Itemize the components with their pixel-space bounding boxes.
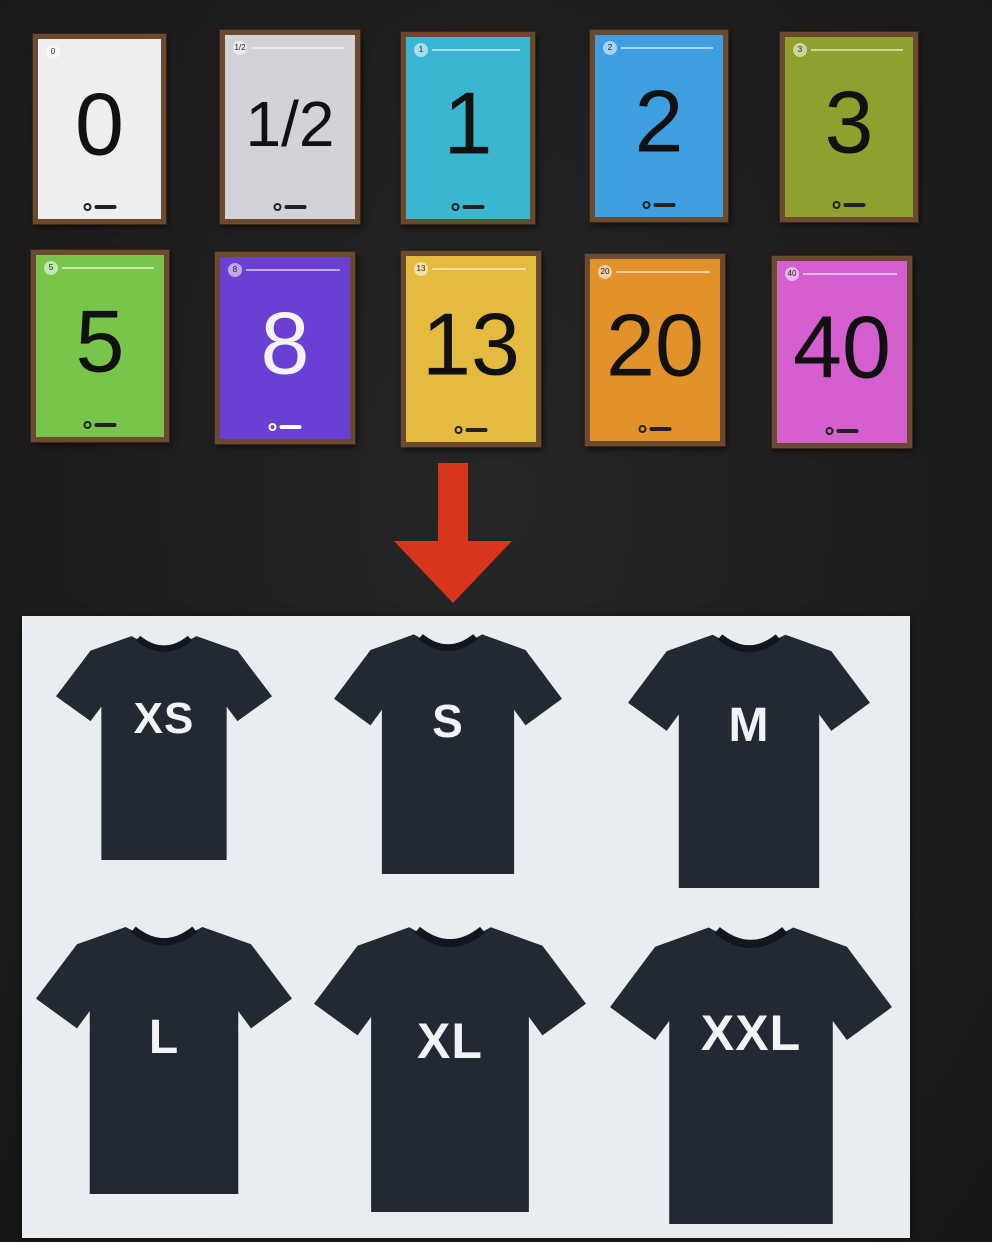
brand-logo-icon xyxy=(268,423,302,431)
tshirt-icon xyxy=(628,634,870,888)
tshirt-xxl: XXL xyxy=(610,922,892,1224)
card-corner-badge: 0 xyxy=(46,45,60,59)
card-top-line xyxy=(246,269,340,271)
card-corner-badge: 2 xyxy=(603,41,617,55)
card-value: 8 xyxy=(260,293,310,393)
brand-logo-icon xyxy=(832,201,866,209)
card-value: 3 xyxy=(824,72,874,172)
brand-logo-icon xyxy=(825,427,859,435)
card-value: 5 xyxy=(75,291,125,391)
card-value: 1 xyxy=(443,73,493,173)
card-value: 13 xyxy=(422,294,520,394)
brand-logo-icon xyxy=(454,426,488,434)
card-top-line xyxy=(62,267,154,269)
card-top-line xyxy=(621,47,713,49)
card-corner-badge: 8 xyxy=(228,263,242,277)
card-top-line xyxy=(803,273,897,275)
card-top-line xyxy=(251,47,345,49)
card-corner-badge: 1/2 xyxy=(233,41,247,55)
diagram-canvas: 0 0 1/2 1/2 1 1 2 2 3 3 5 5 8 8 13 13 20… xyxy=(0,0,992,1242)
brand-logo-icon xyxy=(451,203,485,211)
tshirt-icon xyxy=(610,926,892,1224)
tshirt-icon xyxy=(334,634,562,874)
card-0: 0 0 xyxy=(33,34,166,224)
brand-logo-icon xyxy=(638,425,672,433)
card-value: 2 xyxy=(634,71,684,171)
tshirt-m: M xyxy=(628,630,870,888)
card-value: 40 xyxy=(793,297,891,397)
card-1: 1 1 xyxy=(401,32,535,224)
size-label: M xyxy=(728,699,770,752)
brand-logo-icon xyxy=(83,421,117,429)
tshirt-xs: XS xyxy=(56,632,272,860)
card-value: 20 xyxy=(606,295,704,395)
card-top-line xyxy=(616,271,710,273)
card-corner-badge: 20 xyxy=(598,265,612,279)
card-corner-badge: 1 xyxy=(414,43,428,57)
size-label: L xyxy=(148,1011,180,1064)
card-half: 1/2 1/2 xyxy=(220,30,360,224)
card-20: 20 20 xyxy=(585,254,725,446)
card-corner-badge: 3 xyxy=(793,43,807,57)
size-label: XS xyxy=(133,694,195,743)
card-2: 2 2 xyxy=(590,30,728,222)
card-value: 0 xyxy=(75,74,124,174)
brand-logo-icon xyxy=(642,201,676,209)
card-value: 1/2 xyxy=(245,87,335,160)
arrow-down-icon xyxy=(394,463,512,603)
tshirt-icon xyxy=(56,635,272,860)
tshirt-sizes-panel: XS S M L XL XXL xyxy=(22,616,910,1238)
arrow-shape xyxy=(394,463,512,603)
tshirt-xl: XL xyxy=(314,922,586,1212)
card-top-line xyxy=(432,268,526,270)
card-40: 40 40 xyxy=(772,256,912,448)
card-5: 5 5 xyxy=(31,250,169,442)
brand-logo-icon xyxy=(273,203,307,211)
card-corner-badge: 5 xyxy=(44,261,58,275)
tshirt-l: L xyxy=(36,922,292,1194)
card-corner-badge: 40 xyxy=(785,267,799,281)
tshirt-s: S xyxy=(334,630,562,874)
card-top-line xyxy=(432,49,520,51)
card-8: 8 8 xyxy=(215,252,355,444)
size-label: XXL xyxy=(700,1005,802,1061)
card-13: 13 13 xyxy=(401,251,541,447)
brand-logo-icon xyxy=(83,203,116,211)
card-corner-badge: 13 xyxy=(414,262,428,276)
card-top-line xyxy=(811,49,903,51)
card-3: 3 3 xyxy=(780,32,918,222)
size-label: XL xyxy=(417,1013,483,1069)
size-label: S xyxy=(432,695,464,747)
